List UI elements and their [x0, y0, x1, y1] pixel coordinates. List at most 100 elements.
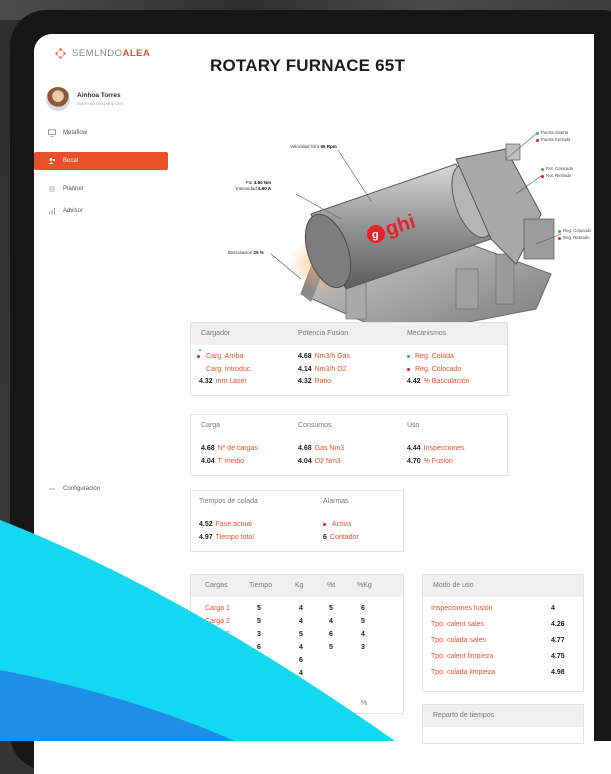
tablet-screen: SEMLNDOALEA Ainhoa Torres atorres@compan…: [34, 34, 611, 774]
page-title: ROTARY FURNACE 65T: [210, 56, 406, 75]
status-rot-retirado: Rot. Retirado: [541, 173, 571, 179]
sidebar-item-label: Metaflow: [63, 130, 88, 136]
logo-text: SEMLNDOALEA: [72, 48, 150, 59]
cell-tiempo: 5: [257, 605, 261, 612]
app-logo[interactable]: SEMLNDOALEA: [54, 44, 164, 62]
main-panel: ROTARY FURNACE 65T g ghi Velocidad Giro …: [170, 34, 611, 774]
header-carga: Carga: [201, 422, 221, 429]
status-reg-colocado: Reg. Colocado: [558, 228, 591, 234]
furnace-diagram: g ghi Velocidad Giro 65 Rpm Par 4.60 Nm …: [206, 104, 606, 344]
potencia-row-2: 4.14 Nm3/h O2: [298, 366, 347, 373]
cell-kg: 5: [299, 631, 303, 638]
col-header-cargas: Cargas: [205, 582, 228, 589]
modo-uso-value: 4: [551, 605, 555, 612]
cell-number: 4.04: [201, 458, 215, 465]
cell-text: O2 Nm3: [314, 458, 341, 465]
carga-row-2: 4.04 T. medio: [201, 458, 244, 465]
carga-name[interactable]: Carga 5: [205, 657, 230, 664]
carga-name[interactable]: Carga 4: [205, 644, 230, 651]
user-email: atorres@company.com: [77, 101, 124, 106]
cell-tiempo: 5: [257, 618, 261, 625]
carga-name[interactable]: Carga 3: [205, 631, 230, 638]
user-profile[interactable]: Ainhoa Torres atorres@company.com: [46, 86, 170, 112]
col-header-tiempo: Tiempo: [249, 582, 273, 589]
cell-pct-kg: 5: [361, 618, 365, 625]
cell-number: 4.68: [298, 353, 312, 360]
status-dot-red: [197, 354, 200, 358]
alarma-contador: 6 Contador: [323, 534, 359, 541]
velocidad-label-text: Velocidad Giro: [290, 144, 320, 149]
cell-number: 4.42: [407, 378, 421, 385]
sidebar-item-label: Advisor: [63, 208, 84, 214]
cargador-row-2: Carg. Introduc.: [206, 366, 253, 373]
cell-kg: 4: [299, 605, 303, 612]
cargador-row-1: Carg. Arriba: [197, 353, 243, 360]
cell-pct-t: 5: [329, 644, 333, 651]
sidebar-item-configuracion[interactable]: Configuracion: [34, 480, 170, 498]
cell-text: Fase actual: [215, 521, 252, 528]
cargas-table: Cargas Tiempo Kg %t %Kg Carga 1 5 4 5 6 …: [190, 574, 404, 714]
basculacion-value: 25 %: [253, 250, 264, 255]
cell-kg: 6: [299, 657, 303, 664]
cell-tiempo: 3: [257, 631, 261, 638]
table-row[interactable]: 6 4: [191, 670, 405, 682]
status-dot-red: [323, 522, 326, 526]
reparto-title: Reparto de tiempos: [433, 712, 495, 719]
table-row[interactable]: Carga 4 6 4 5 3: [191, 644, 405, 656]
par-label-text: Par: [245, 180, 253, 185]
cell-text: Nm3/h Gas: [314, 353, 351, 360]
status-text: Puerta Abierta: [541, 130, 569, 135]
dash-icon: [48, 485, 56, 493]
cell-text: % Basculación: [423, 378, 470, 385]
tiempos-row-2: 4.97 Tiempo total: [199, 534, 254, 541]
header-consumos: Consumos: [298, 422, 332, 429]
header-cargador: Cargador: [201, 330, 231, 337]
consumos-row-2: 4.04 O2 Nm3: [298, 458, 341, 465]
status-text: Puerta Cerrada: [541, 137, 571, 142]
modo-uso-value: 4.75: [551, 653, 565, 660]
modo-uso-value: 4.77: [551, 637, 565, 644]
col-header-pct-t: %t: [327, 582, 336, 589]
avatar: [46, 87, 70, 111]
sidebar: SEMLNDOALEA Ainhoa Torres atorres@compan…: [34, 34, 171, 774]
sidebar-item-bocal[interactable]: Bocal: [34, 152, 168, 170]
cell-number: 4.14: [298, 366, 312, 373]
status-dot-red: [536, 138, 539, 142]
cell-number: 4.52: [199, 521, 213, 528]
velocidad-giro-label: Velocidad Giro 65 Rpm: [290, 144, 337, 150]
table-row[interactable]: Carga 3 3 5 6 4: [191, 631, 405, 643]
header-potencia-fusion: Potencia Fusion: [298, 330, 349, 337]
status-puerta-cerrada: Puerta Cerrada: [536, 137, 570, 143]
cell-tiempo: 6: [257, 670, 261, 677]
carga-name[interactable]: Carga 1: [205, 605, 230, 612]
status-dot-green: [536, 131, 539, 135]
modo-uso-value: 4.98: [551, 669, 565, 676]
sidebar-item-label: Planner: [63, 186, 84, 192]
cell-pct-t: 5: [329, 605, 333, 612]
logo-mark-icon: [54, 47, 67, 60]
carga-name[interactable]: Carga 2: [205, 618, 230, 625]
cell-text: Carg. Arriba: [206, 353, 244, 360]
status-puerta-abierta: Puerta Abierta: [536, 130, 568, 136]
table-row[interactable]: Carga 1 5 4 5 6: [191, 605, 405, 617]
table-row[interactable]: Carga 2 5 4 4 5: [191, 618, 405, 630]
cell-number: 4.32: [298, 378, 312, 385]
list-icon: [48, 185, 56, 193]
bar-chart-icon: [48, 207, 56, 215]
cell-number: 4.44: [407, 445, 421, 452]
intensidad-value: 4.60 A: [258, 186, 272, 191]
sidebar-item-metaflow[interactable]: Metaflow: [34, 124, 170, 142]
cell-pct-t: 6: [329, 631, 333, 638]
mecanismos-row-1: Reg. Colada: [407, 353, 454, 360]
card-tiempos-alarmas: Tiempos de colada Alarmas 4.52 Fase actua…: [190, 490, 404, 552]
sidebar-item-planner[interactable]: Planner: [34, 180, 170, 198]
cell-text: Nº de cargas: [217, 445, 258, 452]
cell-pct-kg: 6: [361, 605, 365, 612]
logo-text-right: ALEA: [122, 47, 151, 59]
status-text: Reg. Colocado: [563, 228, 592, 233]
table-row[interactable]: Carga 5 4 6: [191, 657, 405, 669]
status-text: Rot. Colocado: [546, 166, 574, 171]
status-dot-green: [541, 167, 544, 171]
basculacion-label: Basculacion 25 %: [228, 250, 264, 256]
sidebar-item-advisor[interactable]: Advisor: [34, 202, 170, 220]
